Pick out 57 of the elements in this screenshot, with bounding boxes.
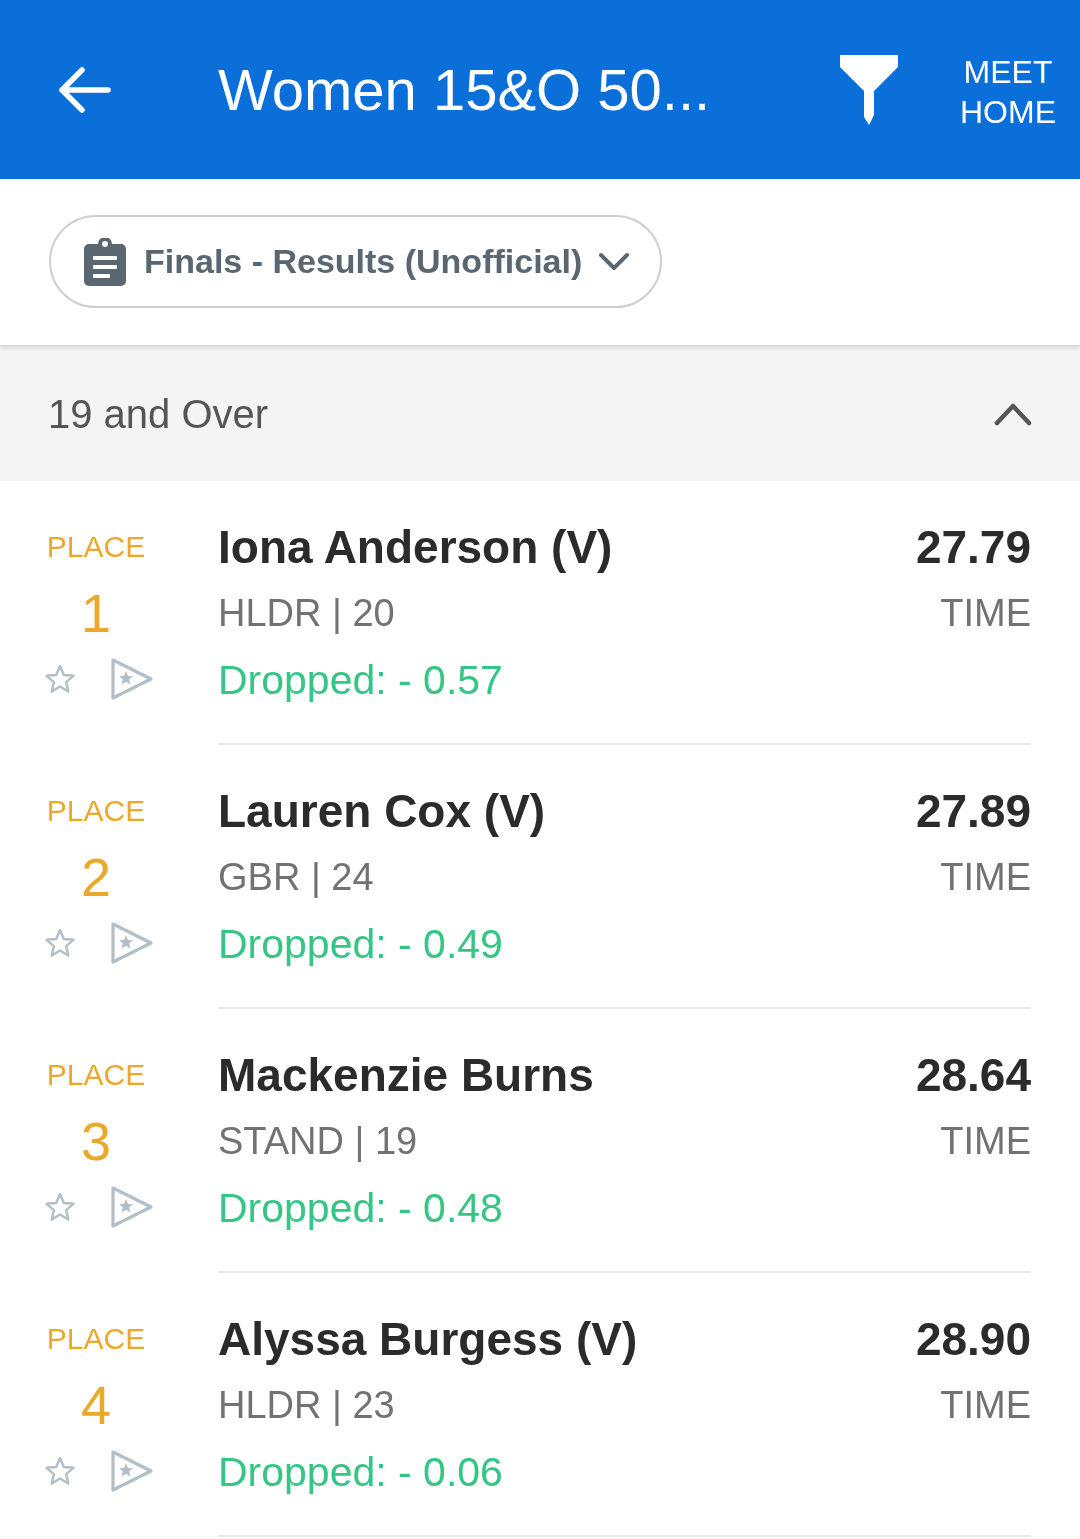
age-group-label: 19 and Over <box>48 391 269 437</box>
place-label: PLACE <box>46 1057 146 1093</box>
team-age: HLDR | 20 <box>218 592 395 635</box>
star-icon <box>44 664 76 694</box>
star-icon <box>44 928 76 958</box>
back-button[interactable] <box>56 65 112 114</box>
star-icon <box>44 1192 76 1222</box>
favorite-button[interactable] <box>44 1456 76 1486</box>
favorite-button[interactable] <box>44 664 76 694</box>
place-label: PLACE <box>46 1321 146 1357</box>
clipboard-icon <box>84 237 126 286</box>
time-dropped: Dropped: - 0.49 <box>218 921 503 968</box>
result-time: 27.79 <box>915 519 1031 574</box>
pennant-star-icon <box>110 921 154 965</box>
team-age: HLDR | 23 <box>218 1384 395 1427</box>
team-age: GBR | 24 <box>218 856 374 899</box>
swimmer-name: Mackenzie Burns <box>218 1047 594 1102</box>
collapse-toggle[interactable] <box>994 402 1032 426</box>
chevron-up-icon <box>994 402 1032 426</box>
pennant-button[interactable] <box>110 657 154 701</box>
pennant-button[interactable] <box>110 1185 154 1229</box>
star-icon <box>44 1456 76 1486</box>
filter-icon <box>840 54 898 125</box>
result-time: 27.89 <box>915 783 1031 838</box>
time-dropped: Dropped: - 0.57 <box>218 657 503 704</box>
place-label: PLACE <box>46 529 146 565</box>
favorite-button[interactable] <box>44 1192 76 1222</box>
place-number: 1 <box>80 582 111 645</box>
time-dropped: Dropped: - 0.48 <box>218 1185 503 1232</box>
pennant-star-icon <box>110 1185 154 1229</box>
swimmer-name: Alyssa Burgess (V) <box>218 1311 638 1366</box>
favorite-button[interactable] <box>44 928 76 958</box>
swimmer-name: Iona Anderson (V) <box>218 519 613 574</box>
time-label: TIME <box>940 1384 1031 1427</box>
back-arrow-icon <box>56 65 112 114</box>
round-dropdown[interactable]: Finals - Results (Unofficial) <box>49 215 663 308</box>
place-label: PLACE <box>46 793 146 829</box>
result-time: 28.90 <box>915 1311 1031 1366</box>
result-time: 28.64 <box>915 1047 1031 1102</box>
swimmer-name: Lauren Cox (V) <box>218 783 546 838</box>
age-group-header[interactable]: 19 and Over <box>0 347 1080 481</box>
time-label: TIME <box>940 856 1031 899</box>
team-age: STAND | 19 <box>218 1120 418 1163</box>
place-number: 4 <box>80 1374 111 1437</box>
place-number: 3 <box>80 1110 111 1173</box>
page-title: Women 15&O 50... <box>218 55 712 124</box>
place-number: 2 <box>80 846 111 909</box>
chevron-down-icon <box>598 251 631 272</box>
pennant-button[interactable] <box>110 1449 154 1493</box>
time-label: TIME <box>940 1120 1031 1163</box>
pennant-button[interactable] <box>110 921 154 965</box>
time-label: TIME <box>940 592 1031 635</box>
pennant-star-icon <box>110 1449 154 1493</box>
meet-home-button[interactable]: MEET HOME <box>960 51 1056 132</box>
filter-button[interactable] <box>840 54 898 125</box>
time-dropped: Dropped: - 0.06 <box>218 1449 503 1496</box>
pennant-star-icon <box>110 657 154 701</box>
